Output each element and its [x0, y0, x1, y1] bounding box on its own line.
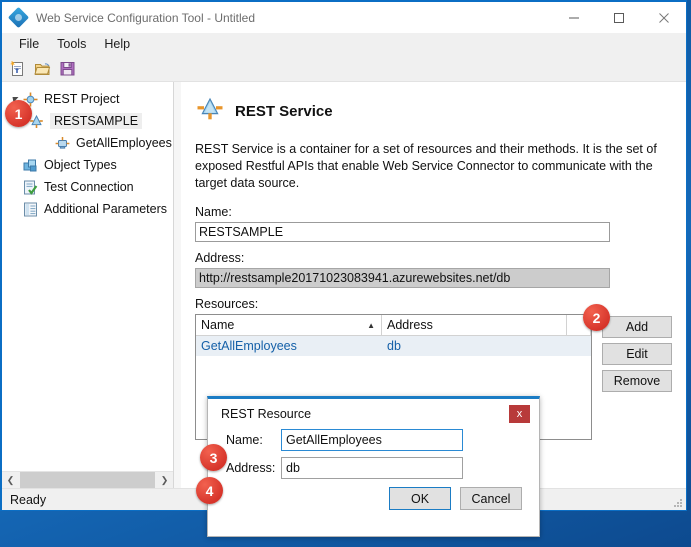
- object-types-icon: [22, 157, 39, 174]
- dialog-buttons: OK Cancel: [208, 487, 539, 510]
- test-connection-icon: [22, 179, 39, 196]
- sidebar-item-label: GetAllEmployees: [76, 136, 172, 150]
- menu-item-tools[interactable]: Tools: [48, 34, 95, 55]
- rest-resource-dialog: REST Resource x Name: GetAllEmployees Ad…: [207, 396, 540, 537]
- column-header-address[interactable]: Address: [382, 315, 567, 335]
- dialog-title: REST Resource: [221, 407, 312, 421]
- menu-item-help[interactable]: Help: [95, 34, 139, 55]
- name-label: Name:: [195, 205, 232, 219]
- cell-address: db: [387, 339, 401, 353]
- service-name-input[interactable]: RESTSAMPLE: [195, 222, 610, 242]
- window-controls: [551, 2, 686, 33]
- save-floppy-icon[interactable]: [59, 60, 76, 77]
- sidebar-item-test-connection[interactable]: Test Connection: [2, 176, 173, 198]
- rest-service-icon: [195, 94, 225, 129]
- table-row[interactable]: GetAllEmployees db: [196, 336, 591, 356]
- resource-name-input[interactable]: GetAllEmployees: [281, 429, 463, 451]
- sidebar: REST Project RESTSAMPLE GetAllEmployees …: [2, 82, 174, 489]
- sidebar-item-object-types[interactable]: Object Types: [2, 154, 173, 176]
- additional-parameters-icon: [22, 201, 39, 218]
- callout-badge-1: 1: [5, 100, 32, 127]
- chevron-right-icon[interactable]: ❯: [156, 472, 173, 489]
- sidebar-item-additional-parameters[interactable]: Additional Parameters: [2, 198, 173, 220]
- page-title: REST Service: [235, 103, 333, 120]
- panel-header: REST Service: [195, 94, 672, 129]
- scrollbar-thumb[interactable]: [20, 471, 155, 489]
- diamond-app-icon: [7, 6, 30, 28]
- open-folder-icon[interactable]: [34, 60, 51, 77]
- column-header-label: Address: [387, 318, 433, 332]
- sidebar-item-label: Test Connection: [44, 180, 134, 194]
- cancel-button[interactable]: Cancel: [460, 487, 522, 510]
- sidebar-horizontal-scrollbar[interactable]: ❮ ❯: [2, 471, 173, 489]
- remove-button[interactable]: Remove: [602, 370, 672, 392]
- maximize-icon[interactable]: [596, 2, 641, 33]
- add-button[interactable]: Add: [602, 316, 672, 338]
- panel-description: REST Service is a container for a set of…: [195, 142, 657, 190]
- resource-actions: Add Edit Remove: [602, 314, 672, 392]
- dialog-name-label: Name:: [226, 433, 263, 447]
- edit-button[interactable]: Edit: [602, 343, 672, 365]
- dialog-address-label: Address:: [226, 461, 276, 475]
- dialog-title-bar: REST Resource x: [208, 399, 539, 429]
- sidebar-item-label: Additional Parameters: [44, 202, 167, 216]
- sort-ascending-icon: ▲: [367, 320, 375, 330]
- chevron-left-icon[interactable]: ❮: [2, 472, 19, 489]
- column-header-label: Name: [201, 318, 235, 332]
- title-bar: Web Service Configuration Tool - Untitle…: [2, 2, 686, 33]
- address-label: Address:: [195, 251, 245, 265]
- cell-name: GetAllEmployees: [201, 339, 297, 353]
- toolbar: [2, 56, 686, 82]
- sidebar-item-getallemployees[interactable]: GetAllEmployees: [2, 132, 173, 154]
- callout-badge-4: 4: [196, 477, 223, 504]
- status-text: Ready: [10, 492, 47, 507]
- callout-badge-3: 3: [200, 444, 227, 471]
- callout-badge-2: 2: [583, 304, 610, 331]
- sidebar-item-label: Object Types: [44, 158, 117, 172]
- resource-address-input[interactable]: db: [281, 457, 463, 479]
- sidebar-item-label: REST Project: [44, 92, 120, 106]
- dialog-name-field-row: Name: GetAllEmployees: [208, 429, 539, 451]
- close-icon[interactable]: [641, 2, 686, 33]
- sidebar-item-label: RESTSAMPLE: [50, 113, 143, 129]
- splitter-handle[interactable]: [174, 82, 181, 488]
- rest-resource-icon: [54, 135, 71, 152]
- menu-bar: File Tools Help: [2, 33, 686, 56]
- ok-button[interactable]: OK: [389, 487, 451, 510]
- new-document-icon[interactable]: [9, 60, 26, 77]
- dialog-address-field-row: Address: db: [208, 457, 539, 479]
- column-header-name[interactable]: Name ▲: [196, 315, 382, 335]
- service-address-field: http://restsample20171023083941.azureweb…: [195, 268, 610, 288]
- menu-item-file[interactable]: File: [10, 34, 48, 55]
- resize-grip-icon[interactable]: [671, 496, 683, 508]
- project-tree: REST Project RESTSAMPLE GetAllEmployees …: [2, 82, 173, 471]
- window-title: Web Service Configuration Tool - Untitle…: [36, 10, 255, 25]
- minimize-icon[interactable]: [551, 2, 596, 33]
- grid-header-row: Name ▲ Address: [196, 315, 591, 336]
- close-icon[interactable]: x: [509, 405, 530, 423]
